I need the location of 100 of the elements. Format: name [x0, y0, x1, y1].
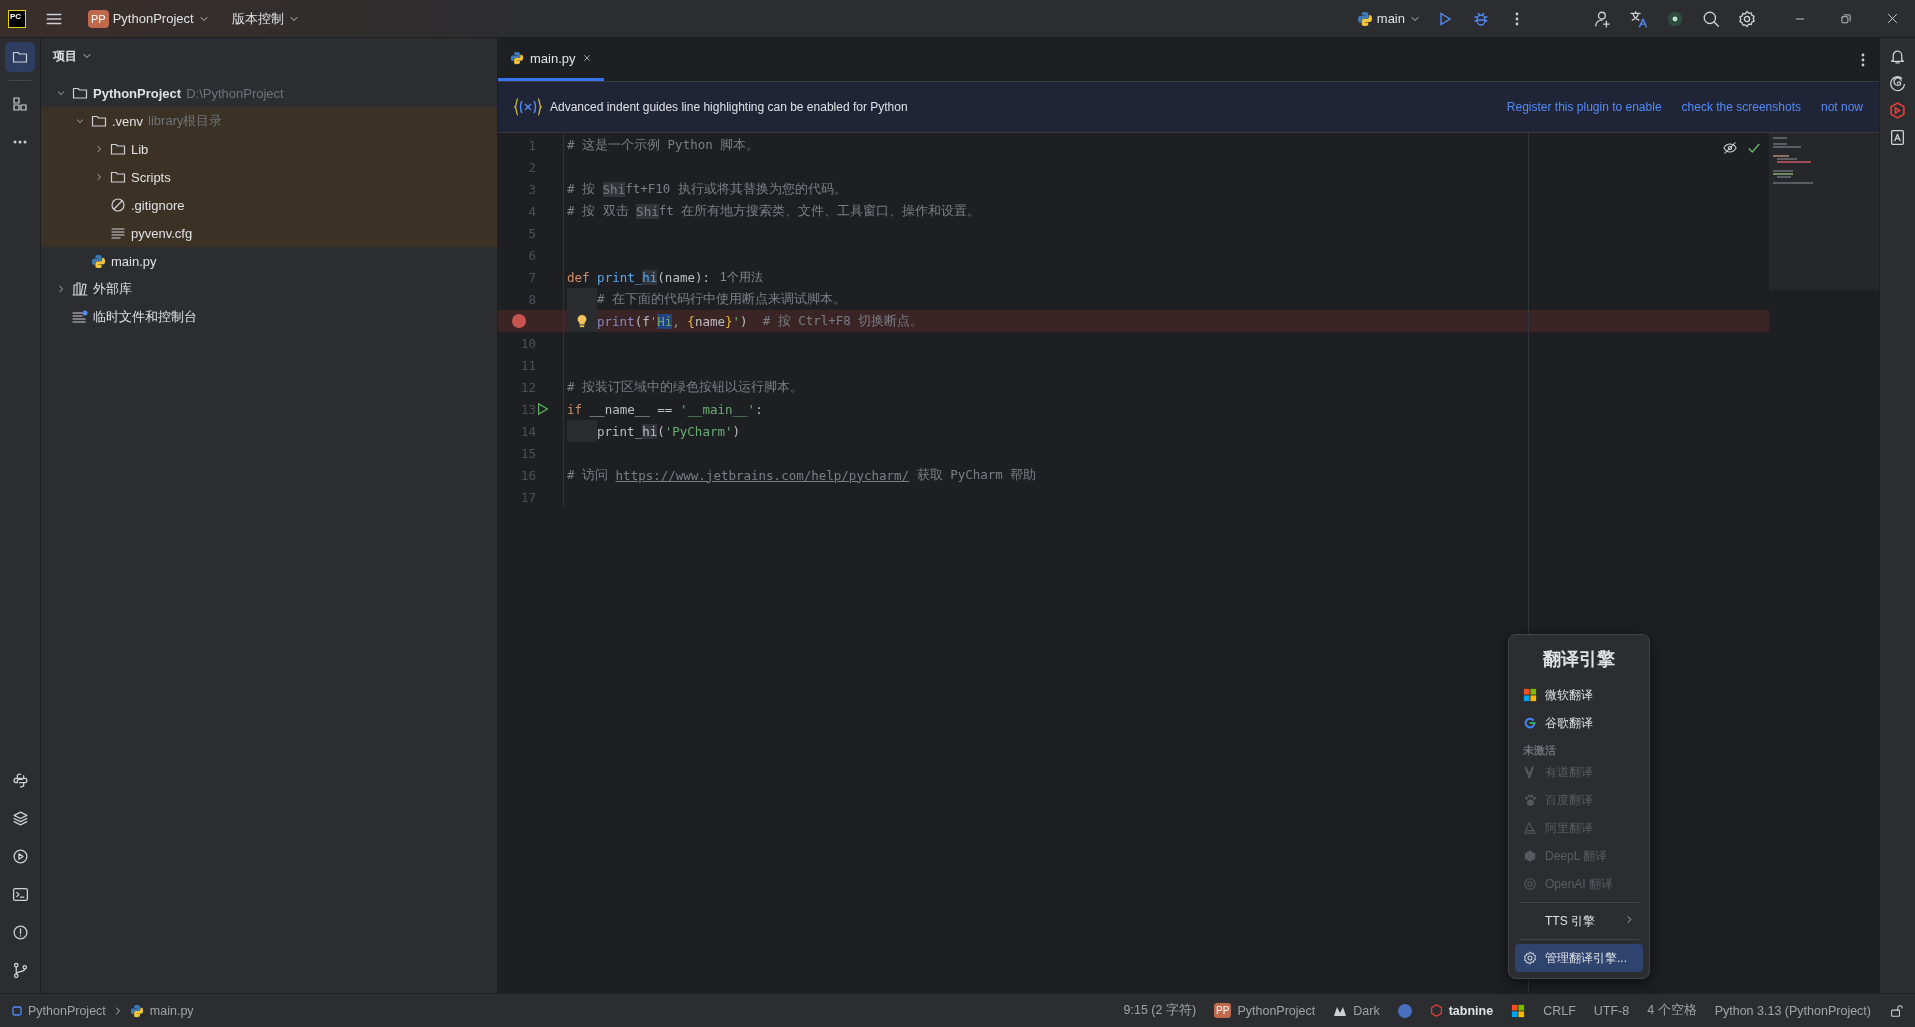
search-icon[interactable] — [1702, 9, 1720, 28]
lightbulb-icon[interactable] — [575, 314, 589, 328]
code-token: hi — [642, 269, 658, 285]
tree-item[interactable]: 外部库 — [41, 275, 497, 303]
tree-item[interactable]: Scripts — [41, 163, 497, 191]
indent-setting[interactable]: 4 个空格 — [1647, 1002, 1697, 1019]
banner-text: Advanced indent guides line highlighting can be enabled for Python — [550, 100, 908, 114]
item-name: main.py — [111, 253, 157, 269]
menu-item[interactable]: 管理翻译引擎... — [1515, 944, 1643, 972]
run-config-selector[interactable]: main — [1350, 6, 1427, 31]
code-token: Hi — [657, 313, 673, 329]
eye-crossed-icon[interactable] — [1723, 141, 1737, 155]
settings-icon[interactable] — [1738, 9, 1756, 28]
scratches-icon — [72, 309, 88, 325]
tree-item[interactable]: pyvenv.cfg — [41, 219, 497, 247]
letter-y-icon — [1523, 765, 1537, 779]
line-separator[interactable]: CRLF — [1543, 1003, 1576, 1018]
code-token: : — [755, 401, 763, 417]
code-token: ( — [657, 423, 665, 439]
breadcrumb[interactable]: main.py — [149, 1003, 194, 1018]
problems-icon[interactable] — [11, 923, 29, 941]
code-token: # 访问 — [567, 466, 610, 484]
git-branch-icon[interactable] — [11, 961, 29, 979]
code-link[interactable]: https://www.jetbrains.com/help/pycharm/ — [615, 467, 910, 483]
python-console-icon[interactable] — [11, 771, 29, 789]
translate-icon[interactable] — [1630, 9, 1648, 28]
item-name: 外部库 — [93, 280, 132, 298]
tree-item[interactable]: PythonProject D:\PythonProject — [41, 79, 497, 107]
code-token: Shi — [602, 181, 626, 197]
close-icon[interactable] — [581, 53, 592, 63]
submenu-item[interactable]: TTS 引擎 — [1515, 907, 1643, 935]
vcs-menu[interactable]: 版本控制 — [225, 5, 306, 32]
code-token: if — [567, 401, 584, 417]
unlock-icon[interactable] — [1889, 1003, 1903, 1018]
banner-link[interactable]: check the screenshots — [1681, 100, 1801, 114]
terminal-icon[interactable] — [11, 885, 29, 903]
code-token: # 按 — [567, 180, 597, 198]
interpreter[interactable]: Python 3.13 (PythonProject) — [1714, 1003, 1871, 1018]
python-icon — [91, 253, 106, 269]
tree-item[interactable]: .gitignore — [41, 191, 497, 219]
tabnine-widget[interactable]: tabnine — [1429, 1003, 1494, 1018]
library-icon — [72, 281, 88, 297]
folder-icon — [110, 141, 126, 157]
code-token: hi — [642, 423, 658, 439]
item-name: 临时文件和控制台 — [93, 308, 197, 326]
code-token: print_ — [597, 423, 643, 439]
item-name: PythonProject — [93, 85, 182, 101]
panel-title[interactable]: 项目 — [53, 47, 77, 65]
folder-icon — [12, 49, 28, 65]
breadcrumb[interactable]: PythonProject — [28, 1003, 106, 1018]
layers-icon[interactable] — [11, 809, 29, 827]
module-icon — [12, 1005, 22, 1016]
project-widget[interactable]: PP PythonProject — [1214, 1003, 1316, 1018]
code-token: # 按 双击 — [567, 202, 630, 220]
banner-link[interactable]: not now — [1820, 100, 1863, 114]
caret-position[interactable]: 9:15 (2 字符) — [1123, 1002, 1197, 1019]
file-encoding[interactable]: UTF-8 — [1593, 1003, 1630, 1018]
code-token: name — [694, 313, 725, 329]
services-icon[interactable] — [11, 847, 29, 865]
spiral-icon[interactable] — [1889, 75, 1906, 92]
theme-widget[interactable]: Dark — [1333, 1003, 1380, 1018]
status-circle-icon[interactable] — [1666, 9, 1684, 28]
windows-logo-icon[interactable] — [1511, 1003, 1526, 1018]
add-user-icon[interactable] — [1594, 9, 1612, 28]
hexagon-icon — [1523, 849, 1537, 863]
close-icon[interactable] — [1885, 12, 1899, 25]
bug-icon[interactable] — [1473, 10, 1489, 27]
python-icon — [1356, 10, 1373, 27]
banner-link[interactable]: Register this plugin to enable — [1506, 100, 1662, 114]
tree-item[interactable]: .venv library根目录 — [41, 107, 497, 135]
document-icon[interactable] — [1889, 129, 1906, 146]
menu-title: 翻译引擎 — [1542, 648, 1616, 671]
item-name: .gitignore — [131, 197, 185, 213]
item-note: D:\PythonProject — [186, 85, 284, 101]
run-icon[interactable] — [536, 402, 550, 416]
usage-hint: 1个用法 — [720, 268, 763, 286]
menu-item[interactable]: 谷歌翻译 — [1515, 709, 1643, 737]
windows-logo-icon — [1523, 688, 1537, 702]
restore-icon[interactable] — [1840, 12, 1852, 25]
breakpoint-icon[interactable] — [512, 314, 526, 328]
check-icon[interactable] — [1747, 141, 1761, 155]
project-selector[interactable]: PP PythonProject — [82, 5, 216, 32]
tool-window-button[interactable] — [5, 42, 35, 72]
structure-icon — [12, 96, 28, 112]
item-name: Scripts — [131, 169, 171, 185]
code-token: 获取 PyCharm 帮助 — [915, 466, 1037, 484]
run-icon[interactable] — [1437, 10, 1453, 27]
tree-item[interactable]: 临时文件和控制台 — [41, 303, 497, 331]
tree-item[interactable]: Lib — [41, 135, 497, 163]
settings-icon — [1523, 951, 1537, 965]
folder-icon — [110, 169, 126, 185]
code-token: (f — [634, 313, 650, 329]
bell-icon[interactable] — [1889, 48, 1906, 65]
menu-item[interactable]: 微软翻译 — [1515, 681, 1643, 709]
python-icon — [129, 1003, 144, 1018]
tree-item[interactable]: main.py — [41, 247, 497, 275]
paw-icon — [1523, 793, 1537, 807]
app-logo: PC — [8, 9, 26, 28]
code-token: (name): — [657, 269, 710, 285]
hexagon-icon[interactable] — [1889, 102, 1906, 119]
